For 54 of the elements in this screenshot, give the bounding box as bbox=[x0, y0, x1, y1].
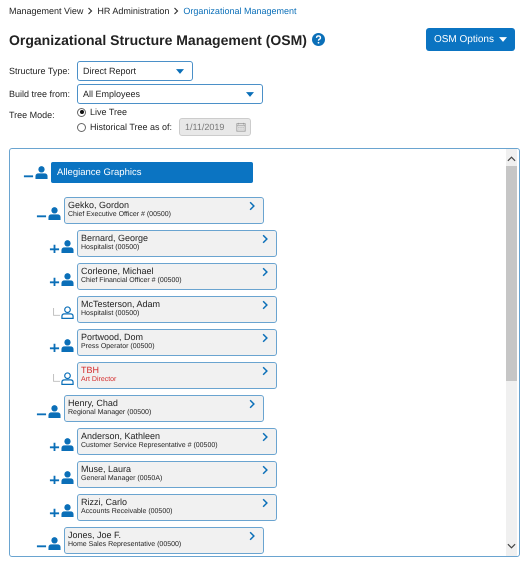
chevron-right-icon[interactable] bbox=[249, 531, 255, 541]
scroll-down-icon[interactable] bbox=[507, 543, 516, 549]
breadcrumb-link[interactable]: Management View bbox=[9, 6, 84, 16]
chevron-right-icon[interactable] bbox=[262, 432, 268, 442]
breadcrumb-link[interactable]: HR Administration bbox=[97, 6, 170, 16]
caret-down-icon bbox=[176, 68, 184, 74]
chevron-right-icon[interactable] bbox=[249, 399, 255, 409]
breadcrumb-link[interactable]: Organizational Management bbox=[183, 6, 296, 16]
radio-label: Live Tree bbox=[90, 107, 128, 117]
chevron-right-icon[interactable] bbox=[262, 267, 268, 277]
chevron-right-icon[interactable] bbox=[262, 333, 268, 343]
employee-name: Rizzi, Carlo bbox=[81, 497, 128, 507]
chevron-right-icon[interactable] bbox=[262, 498, 268, 508]
date-field[interactable]: 1/11/2019 bbox=[179, 118, 252, 136]
caret-down-icon bbox=[499, 37, 507, 42]
employee-name: TBH bbox=[81, 365, 100, 375]
chevron-right-icon[interactable] bbox=[262, 234, 268, 244]
chevron-right-icon bbox=[87, 7, 94, 15]
chevron-right-icon[interactable] bbox=[249, 201, 255, 211]
person-icon bbox=[35, 166, 48, 179]
help-icon[interactable] bbox=[312, 33, 325, 46]
radio-button[interactable] bbox=[77, 122, 86, 132]
expand-icon[interactable] bbox=[49, 242, 60, 253]
expand-icon[interactable] bbox=[49, 341, 60, 352]
employee-name: Henry, Chad bbox=[68, 398, 119, 408]
field-label: Build tree from: bbox=[9, 89, 72, 99]
chevron-right-icon bbox=[173, 7, 180, 15]
employee-name: Corleone, Michael bbox=[81, 266, 155, 276]
chevron-right-icon[interactable] bbox=[262, 366, 268, 376]
field-label: Tree Mode: bbox=[9, 110, 56, 120]
expand-icon[interactable] bbox=[49, 440, 60, 451]
expand-icon[interactable] bbox=[49, 506, 60, 517]
radio-button[interactable] bbox=[77, 108, 86, 116]
employee-name: McTesterson, Adam bbox=[81, 299, 160, 309]
osm-options-button[interactable]: OSM Options bbox=[426, 28, 515, 51]
chevron-right-icon[interactable] bbox=[262, 465, 268, 475]
chevron-right-icon[interactable] bbox=[262, 300, 268, 310]
employee-name: Portwood, Dom bbox=[81, 332, 144, 342]
scroll-up-icon[interactable] bbox=[507, 156, 516, 162]
expand-icon[interactable] bbox=[49, 473, 60, 484]
page-title: Organizational Structure Management (OSM) bbox=[9, 32, 307, 48]
employee-name: Muse, Laura bbox=[81, 464, 132, 474]
employee-name: Bernard, George bbox=[81, 233, 148, 243]
caret-down-icon bbox=[246, 92, 254, 96]
employee-name: Jones, Joe F. bbox=[68, 530, 122, 540]
organization-node[interactable]: Allegiance Graphics bbox=[51, 162, 253, 183]
employee-name: Gekko, Gordon bbox=[68, 200, 130, 210]
radio-label: Historical Tree as of: bbox=[90, 122, 172, 132]
employee-name: Anderson, Kathleen bbox=[81, 431, 162, 441]
expand-icon[interactable] bbox=[49, 275, 60, 286]
structure-type-dropdown[interactable]: Direct Report bbox=[77, 61, 193, 81]
build-tree-dropdown[interactable]: All Employees bbox=[77, 84, 263, 104]
field-label: Structure Type: bbox=[9, 66, 71, 76]
scrollbar[interactable] bbox=[506, 149, 517, 556]
